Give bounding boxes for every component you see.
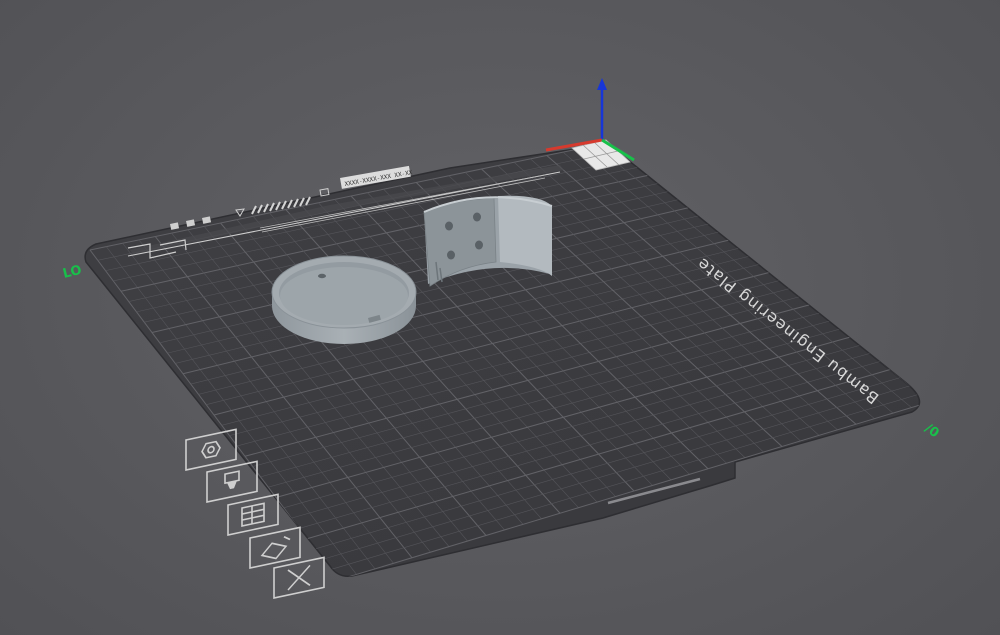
3d-viewport[interactable]: XXXX-XXXX-XXX XX-XX LO /0 Bambu Engineer…	[0, 0, 1000, 635]
bracket-hole	[445, 221, 453, 231]
bracket-hole	[475, 240, 483, 250]
bracket-hole	[473, 212, 481, 222]
nozzle-icon	[206, 460, 258, 503]
layers-grid-icon	[227, 493, 279, 536]
plate-corner-label-right: /0	[922, 421, 942, 441]
bracket-hole	[447, 250, 455, 260]
plate-corner-label-left: LO	[61, 263, 83, 282]
excluded-zone-icon	[273, 556, 325, 599]
scene-canvas[interactable]: XXXX-XXXX-XXX XX-XX LO /0 Bambu Engineer…	[0, 0, 1000, 635]
z-axis-arrow-icon	[597, 78, 607, 90]
object-round-lid[interactable]	[271, 255, 417, 344]
wipe-tower-icon	[249, 526, 301, 569]
lid-hole	[318, 273, 326, 279]
